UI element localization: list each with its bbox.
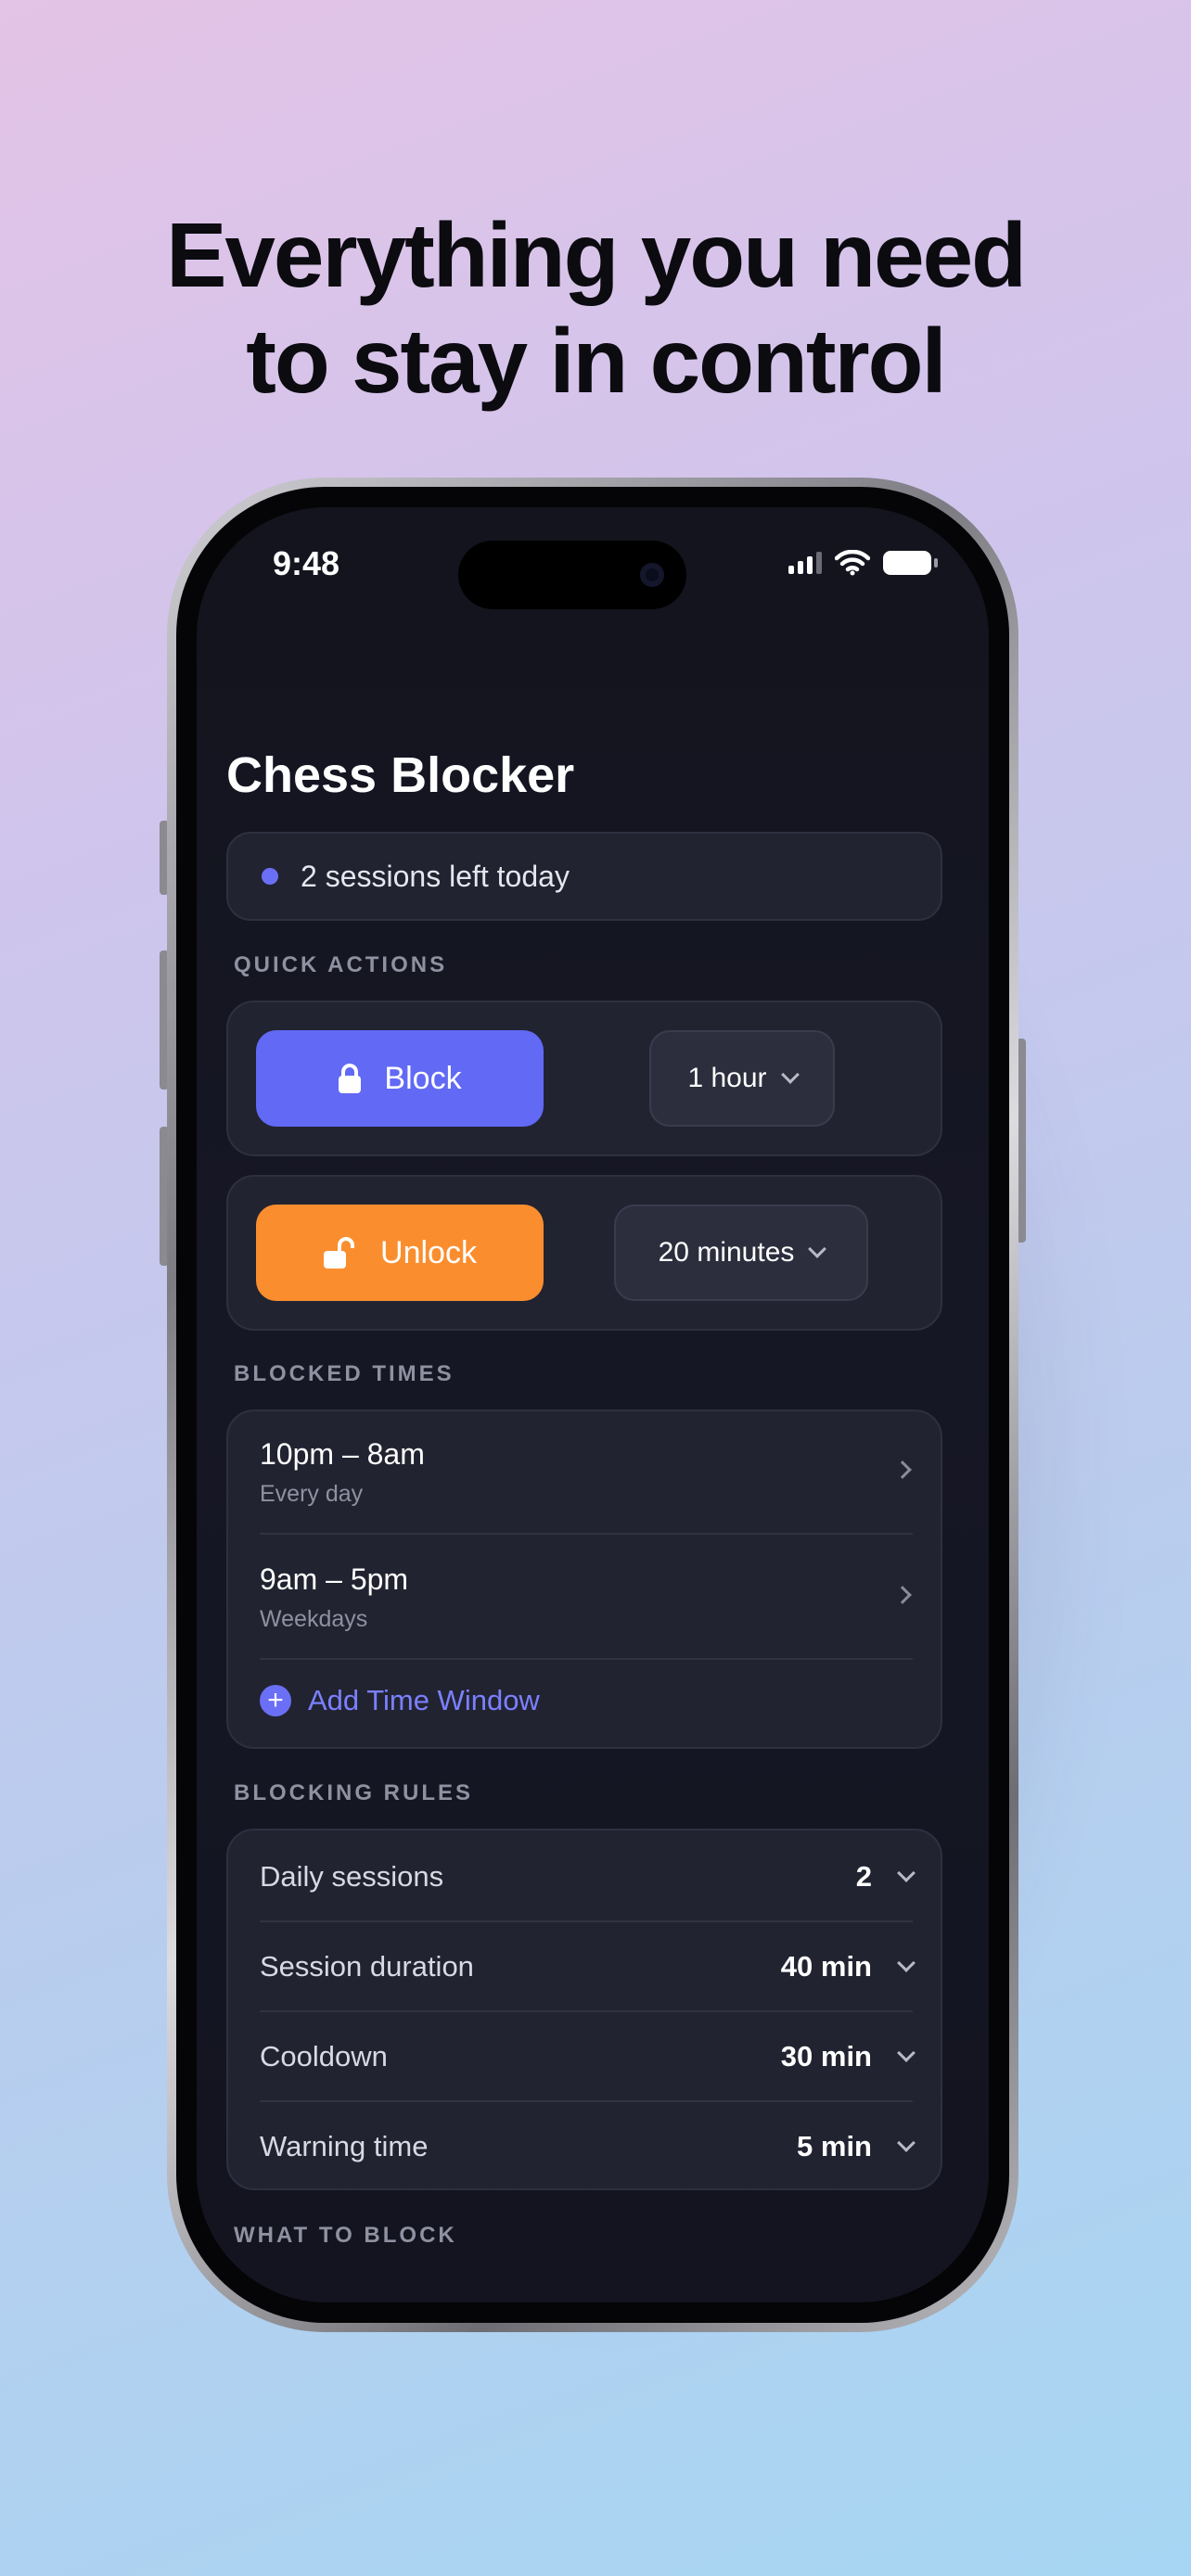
plus-circle-icon: + [260, 1685, 291, 1716]
rule-label: Warning time [260, 2130, 429, 2162]
battery-icon [883, 551, 938, 575]
unlock-action-card: Unlock 20 minutes [226, 1175, 942, 1331]
section-label-blocked-times: BLOCKED TIMES [234, 1361, 455, 1386]
rule-row-daily-sessions[interactable]: Daily sessions 2 [260, 1832, 916, 1921]
divider [260, 1533, 913, 1535]
sessions-status-text: 2 sessions left today [301, 859, 570, 893]
section-label-quick-actions: QUICK ACTIONS [234, 952, 448, 977]
dynamic-island [458, 541, 686, 609]
rule-value: 40 min [780, 1950, 872, 1983]
page-title: Chess Blocker [226, 747, 575, 803]
block-button-label: Block [384, 1060, 462, 1096]
signal-icon [788, 552, 822, 574]
section-label-what-to-block: WHAT TO BLOCK [234, 2223, 457, 2248]
wifi-icon [835, 550, 870, 576]
chevron-down-icon [808, 1240, 827, 1258]
rule-label: Session duration [260, 1950, 474, 1983]
rule-row-session-duration[interactable]: Session duration 40 min [260, 1922, 916, 2011]
chevron-down-icon [897, 2134, 916, 2152]
unlock-icon [324, 1237, 355, 1269]
time-window-days: Every day [260, 1481, 364, 1507]
add-time-window-button[interactable]: + Add Time Window [260, 1684, 913, 1717]
block-duration-value: 1 hour [687, 1063, 767, 1093]
divider [260, 1658, 913, 1660]
status-time: 9:48 [273, 544, 340, 582]
phone-bezel: 9:48 Chess Blocker 2 sessions left today… [176, 487, 1009, 2323]
unlock-button-label: Unlock [380, 1234, 477, 1270]
sessions-status-banner: 2 sessions left today [226, 832, 942, 921]
status-dot-icon [262, 868, 278, 885]
chevron-down-icon [897, 2044, 916, 2062]
chevron-down-icon [897, 1864, 916, 1882]
time-window-row[interactable]: 9am – 5pm Weekdays [260, 1562, 913, 1633]
status-bar: 9:48 [197, 507, 989, 637]
section-label-blocking-rules: BLOCKING RULES [234, 1780, 473, 1805]
phone-screen: 9:48 Chess Blocker 2 sessions left today… [197, 507, 989, 2302]
time-window-row[interactable]: 10pm – 8am Every day [260, 1437, 913, 1508]
unlock-duration-select[interactable]: 20 minutes [614, 1205, 868, 1301]
rule-value: 30 min [780, 2040, 872, 2072]
chevron-down-icon [897, 1954, 916, 1972]
phone-frame: 9:48 Chess Blocker 2 sessions left today… [167, 478, 1018, 2332]
blocking-rules-card: Daily sessions 2 Session duration 40 min… [226, 1829, 942, 2190]
time-window-range: 9am – 5pm [260, 1562, 409, 1596]
unlock-duration-value: 20 minutes [658, 1237, 795, 1268]
headline: Everything you need to stay in control [0, 202, 1191, 414]
add-time-window-label: Add Time Window [308, 1684, 540, 1716]
rule-value: 5 min [797, 2130, 872, 2162]
rule-label: Cooldown [260, 2040, 388, 2072]
lock-icon [339, 1064, 362, 1093]
block-duration-select[interactable]: 1 hour [649, 1030, 835, 1127]
rule-row-cooldown[interactable]: Cooldown 30 min [260, 2012, 916, 2101]
rule-label: Daily sessions [260, 1860, 444, 1893]
rule-row-warning-time[interactable]: Warning time 5 min [260, 2102, 916, 2191]
blocked-times-card: 10pm – 8am Every day 9am – 5pm Weekdays … [226, 1409, 942, 1749]
status-icons [788, 550, 938, 576]
time-window-range: 10pm – 8am [260, 1437, 425, 1471]
chevron-down-icon [780, 1065, 800, 1084]
block-action-card: Block 1 hour [226, 1001, 942, 1156]
rule-value: 2 [855, 1860, 872, 1893]
unlock-button[interactable]: Unlock [256, 1205, 544, 1301]
headline-line-2: to stay in control [246, 310, 947, 412]
camera-icon [640, 563, 664, 587]
block-button[interactable]: Block [256, 1030, 544, 1127]
time-window-days: Weekdays [260, 1606, 368, 1632]
headline-line-1: Everything you need [166, 204, 1027, 306]
